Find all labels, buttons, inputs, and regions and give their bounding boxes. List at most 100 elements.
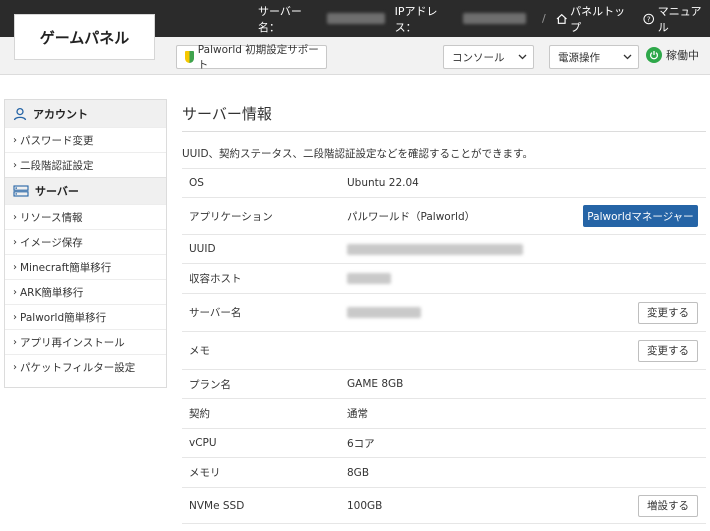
sidebar-item-label: Minecraft簡単移行 — [20, 261, 112, 274]
row-value: GAME 8GB — [347, 378, 404, 390]
row-key: アプリケーション — [189, 210, 273, 223]
server-status: 稼働中 — [646, 47, 699, 63]
chevron-right-icon: › — [13, 336, 17, 348]
sidebar-heading-server-label: サーバー — [35, 185, 79, 198]
row-key: プラン名 — [189, 378, 231, 391]
manual-link[interactable]: ? マニュアル — [643, 3, 710, 35]
chevron-right-icon: › — [13, 311, 17, 323]
sidebar-item-label: Palworld簡単移行 — [20, 311, 107, 324]
sidebar-item-label: パケットフィルター設定 — [20, 361, 136, 374]
panel-top-label: パネルトップ — [570, 4, 626, 34]
table-row: プラン名 GAME 8GB — [182, 369, 706, 398]
main-content: サーバー情報 UUID、契約ステータス、二段階認証設定などを確認することができま… — [182, 96, 706, 524]
page-title: サーバー情報 — [182, 96, 706, 132]
table-row: メモ 変更する — [182, 331, 706, 369]
beginner-mark-icon — [185, 51, 194, 63]
svg-text:?: ? — [647, 14, 651, 23]
sidebar-item-resources[interactable]: › リソース情報 — [5, 204, 166, 229]
power-icon — [646, 47, 662, 63]
chevron-right-icon: › — [13, 286, 17, 298]
header-separator: / — [541, 12, 546, 25]
page-description: UUID、契約ステータス、二段階認証設定などを確認することができます。 — [182, 148, 534, 160]
home-icon — [556, 13, 567, 24]
power-select-label: 電源操作 — [558, 51, 600, 64]
sidebar-item-label: 二段階認証設定 — [20, 159, 94, 172]
panel-top-link[interactable]: パネルトップ — [556, 3, 634, 35]
table-row: メモリ 8GB — [182, 457, 706, 487]
server-icon — [13, 185, 29, 197]
server-name-label: サーバー名： — [258, 4, 302, 34]
row-value — [347, 243, 706, 255]
sidebar-item-password[interactable]: › パスワード変更 — [5, 127, 166, 152]
manual-label: マニュアル — [657, 4, 702, 34]
row-key: OS — [189, 177, 204, 189]
server-info-table: OS Ubuntu 22.04 アプリケーション パルワールド（Palworld… — [182, 168, 706, 524]
row-value: 8GB — [347, 466, 370, 479]
row-key: UUID — [189, 243, 216, 255]
ip-label: IPアドレス： — [394, 4, 438, 34]
chevron-right-icon: › — [13, 236, 17, 248]
user-icon — [13, 107, 27, 120]
row-key: NVMe SSD — [189, 499, 245, 512]
table-row: NVMe SSD 100GB 増設する — [182, 487, 706, 524]
table-row: アプリケーション パルワールド（Palworld） Palworldマネージャー — [182, 197, 706, 234]
table-row: UUID — [182, 234, 706, 263]
chevron-right-icon: › — [13, 134, 17, 146]
sidebar-item-label: パスワード変更 — [20, 134, 94, 147]
sidebar-item-label: ARK簡単移行 — [20, 286, 84, 299]
change-server-name-button[interactable]: 変更する — [638, 301, 698, 324]
palworld-manager-button[interactable]: Palworldマネージャー — [583, 205, 698, 227]
row-key: メモ — [189, 345, 210, 357]
sidebar-item-label: イメージ保存 — [20, 236, 83, 249]
expand-ssd-button[interactable]: 増設する — [638, 494, 698, 517]
sidebar-item-image-save[interactable]: › イメージ保存 — [5, 229, 166, 254]
row-value: 6コア — [347, 437, 375, 450]
console-select-label: コンソール — [452, 51, 505, 64]
sidebar-item-app-reinstall[interactable]: › アプリ再インストール — [5, 329, 166, 354]
row-value: 通常 — [347, 408, 368, 420]
row-value — [347, 273, 706, 285]
chevron-down-icon — [518, 54, 527, 60]
host-value-redacted — [347, 273, 391, 284]
table-row: OS Ubuntu 22.04 — [182, 168, 706, 197]
row-key: メモリ — [189, 467, 221, 479]
chevron-down-icon — [623, 54, 632, 60]
sidebar-item-palworld-migration[interactable]: › Palworld簡単移行 — [5, 304, 166, 329]
row-key: vCPU — [189, 437, 217, 449]
sidebar-item-minecraft-migration[interactable]: › Minecraft簡単移行 — [5, 254, 166, 279]
sidebar: アカウント › パスワード変更 › 二段階認証設定 サーバー › リソース情報 › イメ… — [4, 99, 167, 388]
sidebar-item-label: アプリ再インストール — [20, 336, 125, 349]
chevron-right-icon: › — [13, 159, 17, 171]
row-key: 収容ホスト — [189, 273, 242, 285]
sidebar-heading-account: アカウント — [5, 100, 166, 127]
sidebar-item-packet-filter[interactable]: › パケットフィルター設定 — [5, 354, 166, 379]
server-info: サーバー名： IPアドレス： / パネルトップ ? マニュアル — [258, 0, 710, 37]
logo[interactable]: ゲームパネル — [14, 14, 155, 60]
ip-value-redacted — [462, 13, 526, 24]
status-label: 稼働中 — [666, 49, 699, 62]
console-select[interactable]: コンソール — [443, 45, 534, 69]
row-key: 契約 — [189, 408, 210, 420]
sidebar-heading-server: サーバー — [5, 177, 166, 204]
chevron-right-icon: › — [13, 361, 17, 373]
table-row: 収容ホスト — [182, 263, 706, 293]
row-key: サーバー名 — [189, 307, 242, 319]
palworld-support-button[interactable]: Palworld 初期設定サポート — [176, 44, 327, 71]
help-icon: ? — [643, 13, 655, 24]
sidebar-item-label: リソース情報 — [20, 211, 83, 224]
change-memo-button[interactable]: 変更する — [638, 339, 698, 362]
power-select[interactable]: 電源操作 — [549, 45, 639, 69]
uuid-value-redacted — [347, 243, 523, 255]
table-row: 契約 通常 — [182, 398, 706, 428]
server-name-redacted — [347, 307, 421, 318]
server-name-value-redacted — [327, 13, 385, 24]
chevron-right-icon: › — [13, 261, 17, 273]
chevron-right-icon: › — [13, 211, 17, 223]
table-row: サーバー名 変更する — [182, 293, 706, 331]
support-button-label: Palworld 初期設定サポート — [197, 44, 319, 71]
sidebar-item-ark-migration[interactable]: › ARK簡単移行 — [5, 279, 166, 304]
table-row: vCPU 6コア — [182, 428, 706, 457]
sidebar-item-two-factor[interactable]: › 二段階認証設定 — [5, 152, 166, 177]
sidebar-heading-account-label: アカウント — [33, 107, 88, 121]
row-value: Ubuntu 22.04 — [347, 177, 419, 189]
